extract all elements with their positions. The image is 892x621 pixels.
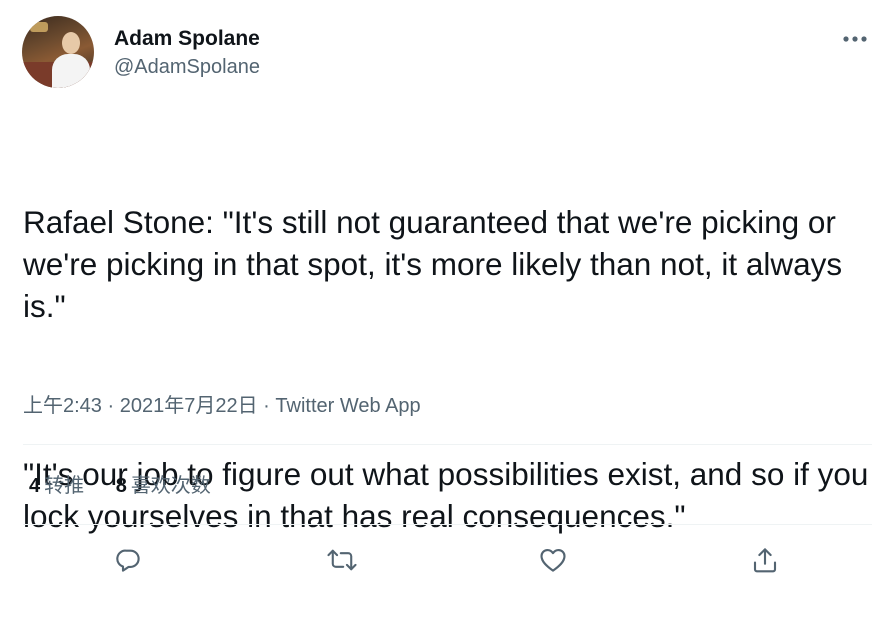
- tweet-paragraph-1: Rafael Stone: "It's still not guaranteed…: [23, 204, 851, 324]
- tweet-source[interactable]: Twitter Web App: [275, 395, 420, 417]
- tweet-time[interactable]: 上午2:43: [23, 395, 102, 417]
- more-icon: [843, 36, 867, 42]
- likes-count: 8: [115, 475, 127, 497]
- retweets-stat[interactable]: 4 转推: [29, 472, 84, 500]
- more-options-button[interactable]: [838, 24, 872, 54]
- like-button[interactable]: [531, 538, 575, 582]
- divider-bottom: [23, 524, 872, 525]
- retweet-button[interactable]: [320, 538, 364, 582]
- handle[interactable]: @AdamSpolane: [114, 54, 260, 80]
- share-button[interactable]: [743, 538, 787, 582]
- avatar[interactable]: [22, 16, 94, 88]
- tweet-metadata: 上午2:43 · 2021年7月22日 · Twitter Web App: [23, 392, 421, 420]
- tweet-stats: 4 转推 8 喜欢次数: [29, 472, 237, 500]
- retweet-icon: [327, 549, 357, 571]
- retweets-count: 4: [29, 475, 41, 497]
- action-bar: [0, 538, 892, 582]
- tweet-card: Adam Spolane @AdamSpolane Rafael Stone: …: [0, 0, 892, 598]
- likes-stat[interactable]: 8 喜欢次数: [116, 472, 211, 500]
- meta-separator-1: ·: [107, 395, 115, 417]
- divider-top: [23, 444, 872, 445]
- reply-button[interactable]: [106, 538, 150, 582]
- like-icon: [540, 548, 566, 572]
- author-names: Adam Spolane @AdamSpolane: [114, 26, 260, 80]
- share-icon: [753, 548, 777, 573]
- reply-icon: [116, 549, 140, 572]
- display-name[interactable]: Adam Spolane: [114, 26, 260, 52]
- retweets-label: 转推: [44, 475, 85, 497]
- tweet-date[interactable]: 2021年7月22日: [120, 395, 258, 417]
- likes-label: 喜欢次数: [130, 475, 211, 497]
- tweet-header: Adam Spolane @AdamSpolane: [22, 16, 872, 92]
- meta-separator-2: ·: [263, 395, 270, 417]
